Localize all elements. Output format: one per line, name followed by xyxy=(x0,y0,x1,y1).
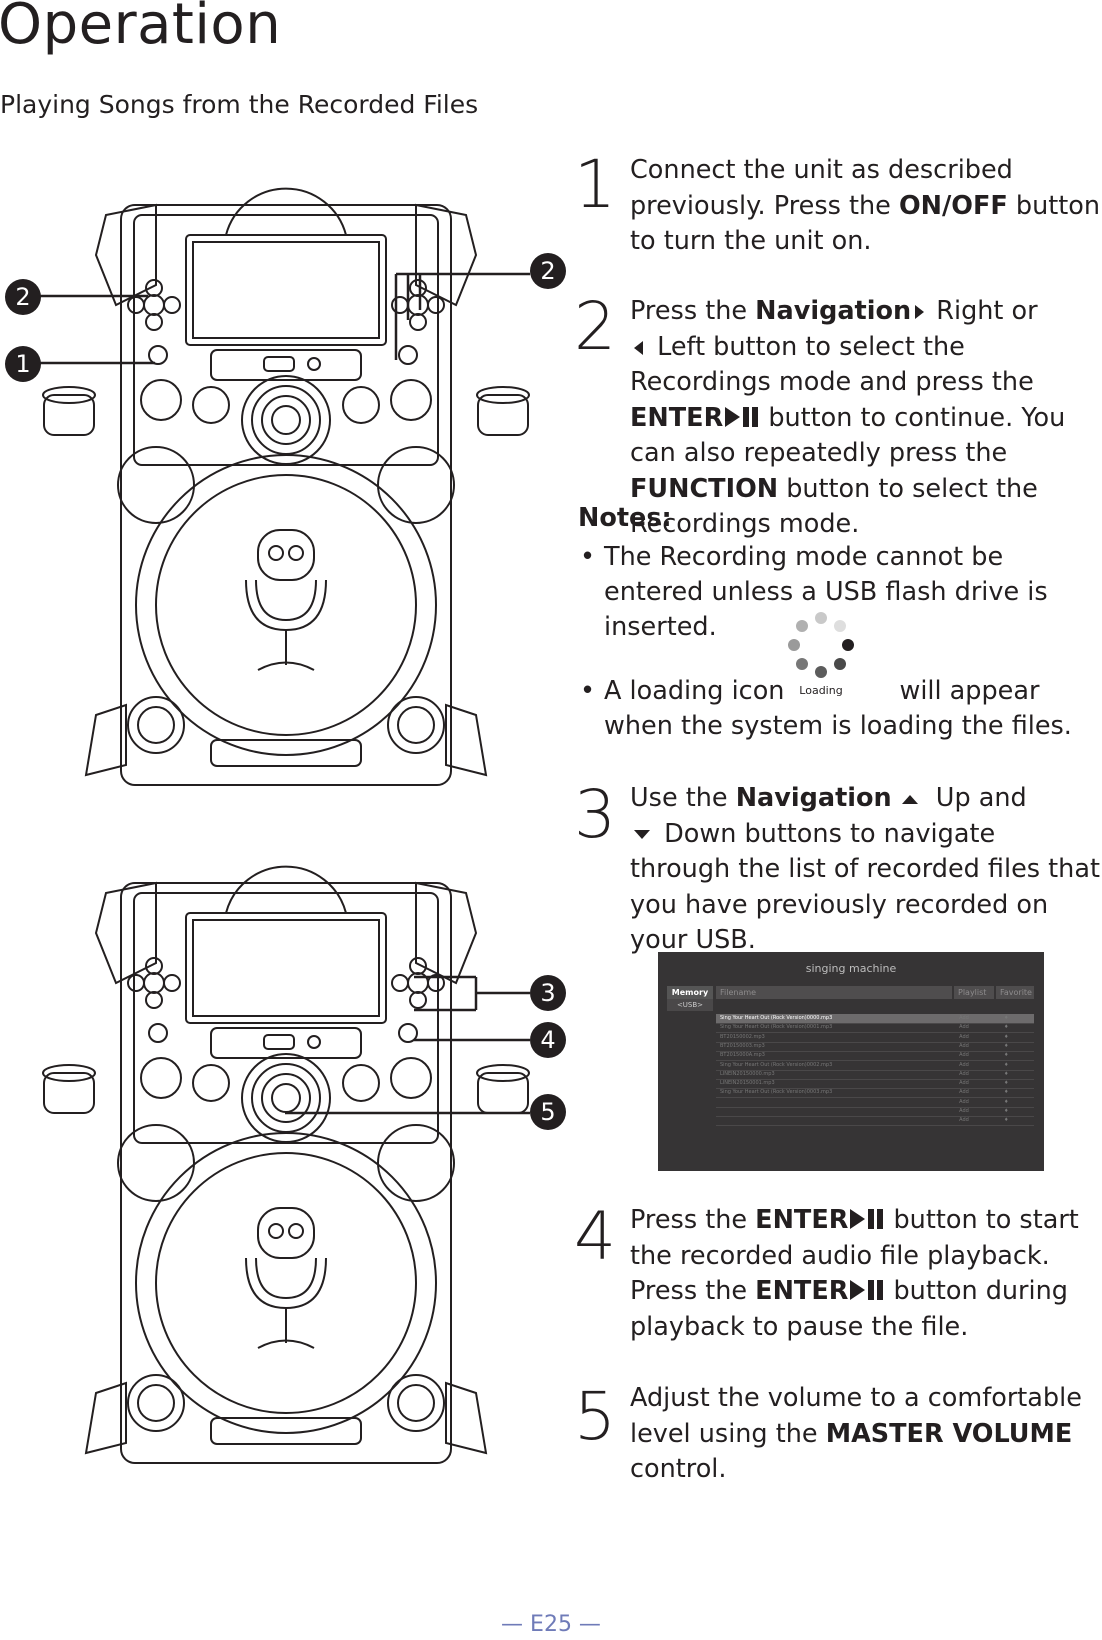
favorite-icon: ♦ xyxy=(1004,1117,1009,1124)
step-3-text: Use the Navigation Up and Down buttons t… xyxy=(630,783,1100,955)
manual-page: Operation Playing Songs from the Recorde… xyxy=(0,0,1102,1640)
filename: LINEIN20150000.mp3 xyxy=(720,1070,775,1077)
favorite-icon: ♦ xyxy=(1004,1108,1009,1114)
favorite-icon: ♦ xyxy=(1004,1024,1009,1031)
svg-text:5: 5 xyxy=(540,1098,555,1126)
callout-lines-bottom xyxy=(285,975,530,1115)
playlist-add: Add xyxy=(959,1061,969,1068)
callout-lines-top xyxy=(38,272,530,365)
callout-badge-top-left-2: 2 xyxy=(5,279,41,315)
callout-badge-3: 3 xyxy=(530,975,566,1011)
playlist-add: Add xyxy=(959,1024,969,1031)
playlist-add: Add xyxy=(959,1098,969,1105)
step-number-1: 1 xyxy=(574,146,616,223)
recordings-screen-image: singing machine Memory <USB> Filename Pl… xyxy=(658,952,1044,1171)
playlist-add: Add xyxy=(959,1070,969,1077)
notes-label: Notes: xyxy=(578,503,672,533)
callout-badge-top-left-1: 1 xyxy=(5,346,41,382)
step-2-text: Press the Navigation Right or Left butto… xyxy=(630,296,1066,539)
callout-badge-4: 4 xyxy=(530,1022,566,1058)
step-4-text: Press the ENTER button to start the reco… xyxy=(630,1205,1079,1342)
note-item-2: • A loading icon will appear when the syst… xyxy=(580,676,1072,741)
svg-text:2: 2 xyxy=(540,257,555,285)
nav-up-icon xyxy=(901,794,918,804)
nav-right-icon xyxy=(915,305,925,319)
playlist-add: Add xyxy=(959,1042,969,1049)
svg-text:1: 1 xyxy=(15,350,30,378)
karaoke-machine-illustration-bottom xyxy=(42,865,530,1464)
filename: Sing Your Heart Out (Rock Version)0001.m… xyxy=(720,1024,833,1031)
playlist-add: Add xyxy=(959,1080,969,1087)
callout-badge-5: 5 xyxy=(530,1094,566,1130)
favorite-icon: ♦ xyxy=(1004,1042,1009,1049)
favorite-icon: ♦ xyxy=(1004,1098,1009,1105)
filename: BT20150003.mp3 xyxy=(720,1042,765,1049)
playlist-add: Add xyxy=(959,1108,969,1114)
nav-down-icon xyxy=(634,830,650,839)
file-list-row: Add ♦ xyxy=(716,1116,1034,1127)
filename: BT20150002.mp3 xyxy=(720,1033,765,1040)
page-title: Operation xyxy=(0,0,282,57)
section-subtitle: Playing Songs from the Recorded Files xyxy=(0,90,479,119)
playlist-add: Add xyxy=(959,1052,969,1059)
favorite-icon: ♦ xyxy=(1004,1070,1009,1077)
page-number: — E25 — xyxy=(501,1612,601,1637)
svg-text:4: 4 xyxy=(540,1026,555,1054)
step-number-4: 4 xyxy=(574,1198,616,1275)
svg-text:3: 3 xyxy=(540,979,555,1007)
filename: LINEIN20150001.mp3 xyxy=(720,1080,775,1087)
favorite-icon: ♦ xyxy=(1004,1015,1009,1021)
playlist-add: Add xyxy=(959,1015,969,1021)
playlist-add: Add xyxy=(959,1089,969,1096)
step-number-3: 3 xyxy=(574,776,616,853)
svg-text:2: 2 xyxy=(15,283,30,311)
step-1-text: Connect the unit as described previously… xyxy=(630,155,1101,256)
favorite-icon: ♦ xyxy=(1004,1033,1009,1040)
playlist-add: Add xyxy=(959,1033,969,1040)
favorite-icon: ♦ xyxy=(1004,1089,1009,1096)
filename: Sing Your Heart Out (Rock Version)0002.m… xyxy=(720,1061,833,1068)
favorite-icon: ♦ xyxy=(1004,1080,1009,1087)
play-pause-icon xyxy=(850,1209,884,1229)
step-5-text: Adjust the volume to a comfortable level… xyxy=(630,1383,1082,1484)
filename: BT2015000A.mp3 xyxy=(720,1052,765,1059)
callout-badge-top-right-2: 2 xyxy=(530,253,566,289)
favorite-icon: ♦ xyxy=(1004,1061,1009,1068)
play-pause-icon xyxy=(850,1280,884,1300)
play-pause-icon xyxy=(725,406,759,427)
step-number-2: 2 xyxy=(574,288,616,365)
filename: Sing Your Heart Out (Rock Version)0000.m… xyxy=(720,1015,833,1021)
step-number-5: 5 xyxy=(574,1378,616,1455)
favorite-icon: ♦ xyxy=(1004,1052,1009,1059)
playlist-add: Add xyxy=(959,1117,969,1124)
filename: Sing Your Heart Out (Rock Version)0003.m… xyxy=(720,1089,833,1096)
nav-left-icon xyxy=(634,340,643,355)
